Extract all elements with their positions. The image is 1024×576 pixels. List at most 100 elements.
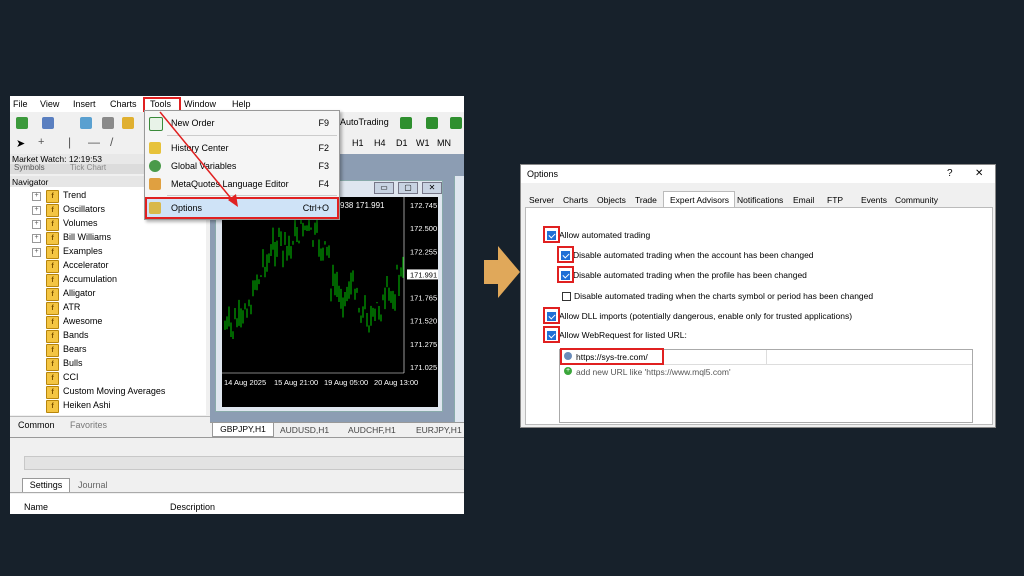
allow-webrequest-label: Allow WebRequest for listed URL: xyxy=(559,330,687,340)
tab-charts[interactable]: Charts xyxy=(563,195,588,205)
navigator-item-label: Bulls xyxy=(63,358,83,368)
timeframe-h1[interactable]: H1 xyxy=(352,138,364,148)
expand-icon[interactable]: + xyxy=(32,220,41,229)
vertical-line-icon[interactable]: | xyxy=(68,135,71,149)
trendline-icon[interactable]: / xyxy=(110,135,113,149)
second-chart-edge xyxy=(454,176,464,424)
bar-chart-icon[interactable] xyxy=(400,117,412,129)
timeframe-d1[interactable]: D1 xyxy=(396,138,408,148)
indicator-icon: f xyxy=(46,344,59,357)
market-watch-icon[interactable] xyxy=(80,117,92,129)
profiles-icon[interactable] xyxy=(42,117,54,129)
favorites-icon[interactable] xyxy=(122,117,134,129)
navigator-tabs: Common Favorites xyxy=(10,416,210,433)
history-center-shortcut: F2 xyxy=(318,143,329,153)
expand-icon[interactable]: + xyxy=(32,248,41,257)
date-tick-label: 15 Aug 21:00 xyxy=(274,378,318,387)
navigator-item-label: Bears xyxy=(63,344,87,354)
highlight-allow-webrequest xyxy=(543,326,560,343)
new-chart-icon[interactable] xyxy=(16,117,28,129)
highlight-allow-automated xyxy=(543,226,560,243)
menu-view[interactable]: View xyxy=(40,99,59,109)
close-icon[interactable]: ✕ xyxy=(975,168,983,179)
timeframe-h4[interactable]: H4 xyxy=(374,138,386,148)
navigator-item[interactable]: f Bulls xyxy=(10,357,206,371)
menu-file[interactable]: File xyxy=(13,99,28,109)
navigator-item[interactable]: f Heiken Ashi xyxy=(10,399,206,413)
expand-icon[interactable]: + xyxy=(32,206,41,215)
tab-expert-advisors[interactable]: Expert Advisors xyxy=(663,191,735,208)
minimize-icon[interactable]: ▭ xyxy=(374,182,394,194)
terminal-panel: Settings Journal Name Description xyxy=(10,437,464,514)
navigator-item-label: ATR xyxy=(63,302,81,312)
tab-ftp[interactable]: FTP xyxy=(827,195,843,205)
indicator-icon: f xyxy=(46,288,59,301)
tab-tick-chart[interactable]: Tick Chart xyxy=(70,163,106,172)
tab-audusd[interactable]: AUDUSD,H1 xyxy=(280,425,329,435)
menu-insert[interactable]: Insert xyxy=(73,99,96,109)
candle-chart-icon[interactable] xyxy=(426,117,438,129)
indicator-icon: f xyxy=(46,302,59,315)
price-tick-label: 172.745 xyxy=(410,201,437,210)
add-url-row[interactable]: + add new URL like 'https://www.mql5.com… xyxy=(560,365,972,379)
navigator-item-label: Oscillators xyxy=(63,204,106,214)
navigator-icon[interactable] xyxy=(102,117,114,129)
tab-eurjpy[interactable]: EURJPY,H1 xyxy=(416,425,462,435)
tab-settings[interactable]: Settings xyxy=(22,478,70,492)
tab-journal[interactable]: Journal xyxy=(78,480,108,490)
autotrading-button[interactable]: AutoTrading xyxy=(340,117,389,127)
maximize-icon[interactable]: ▢ xyxy=(398,182,418,194)
tab-server[interactable]: Server xyxy=(529,195,554,205)
chart-canvas: 172.745 172.500 172.255 171.991 171.765 171.5… xyxy=(222,197,438,387)
crosshair-icon[interactable]: + xyxy=(38,136,44,148)
tab-community[interactable]: Community xyxy=(895,195,938,205)
expand-icon[interactable]: + xyxy=(32,192,41,201)
navigator-item[interactable]: f CCI xyxy=(10,371,206,385)
column-description[interactable]: Description xyxy=(170,502,215,512)
navigator-item[interactable]: + f Bill Williams xyxy=(10,231,206,245)
tab-email[interactable]: Email xyxy=(793,195,814,205)
tab-events[interactable]: Events xyxy=(861,195,887,205)
expand-icon[interactable]: + xyxy=(32,234,41,243)
tab-audchf[interactable]: AUDCHF,H1 xyxy=(348,425,396,435)
timeframe-mn[interactable]: MN xyxy=(437,138,451,148)
navigator-item[interactable]: + f Examples xyxy=(10,245,206,259)
timeframe-w1[interactable]: W1 xyxy=(416,138,430,148)
navigator-item[interactable]: f Bands xyxy=(10,329,206,343)
navigator-item[interactable]: f Alligator xyxy=(10,287,206,301)
menu-window[interactable]: Window xyxy=(184,99,216,109)
navigator-item[interactable]: f Custom Moving Averages xyxy=(10,385,206,399)
tab-common[interactable]: Common xyxy=(18,420,55,430)
close-icon[interactable]: ✕ xyxy=(422,182,442,194)
navigator-item[interactable]: f Bears xyxy=(10,343,206,357)
menu-charts[interactable]: Charts xyxy=(110,99,137,109)
navigator-item-label: Alligator xyxy=(63,288,96,298)
tab-trade[interactable]: Trade xyxy=(635,195,657,205)
navigator-title: Navigator xyxy=(12,177,49,187)
tab-notifications[interactable]: Notifications xyxy=(737,195,783,205)
navigator-item[interactable]: f Awesome xyxy=(10,315,206,329)
tab-favorites[interactable]: Favorites xyxy=(70,420,107,430)
tab-symbols[interactable]: Symbols xyxy=(14,163,45,172)
date-tick-label: 20 Aug 13:00 xyxy=(374,378,418,387)
expert-advisors-panel: Allow automated trading Disable automate… xyxy=(525,207,993,425)
horizontal-line-icon[interactable]: — xyxy=(88,135,100,149)
price-chart[interactable]: 172.745 172.500 172.255 171.991 171.765 171.5… xyxy=(222,197,438,407)
navigator-item[interactable]: f Accumulation xyxy=(10,273,206,287)
menu-help[interactable]: Help xyxy=(232,99,251,109)
date-tick-label: 14 Aug 2025 xyxy=(224,378,266,387)
disable-symbol-change-label: Disable automated trading when the chart… xyxy=(574,291,874,301)
tab-objects[interactable]: Objects xyxy=(597,195,626,205)
navigator-item[interactable]: f ATR xyxy=(10,301,206,315)
column-name[interactable]: Name xyxy=(24,502,48,512)
indicator-icon: f xyxy=(46,218,59,231)
navigator-item-label: Custom Moving Averages xyxy=(63,386,166,396)
navigator-tree: + f Trend + f Oscillators + f Volumes + f Bill Will… xyxy=(10,187,206,415)
indicator-icon: f xyxy=(46,358,59,371)
line-chart-icon[interactable] xyxy=(450,117,462,129)
tab-gbpjpy[interactable]: GBPJPY,H1 xyxy=(212,423,274,437)
disable-symbol-change-checkbox[interactable] xyxy=(562,292,571,301)
navigator-item[interactable]: f Accelerator xyxy=(10,259,206,273)
cursor-icon[interactable]: ➤ xyxy=(16,137,25,150)
help-icon[interactable]: ? xyxy=(947,168,953,179)
